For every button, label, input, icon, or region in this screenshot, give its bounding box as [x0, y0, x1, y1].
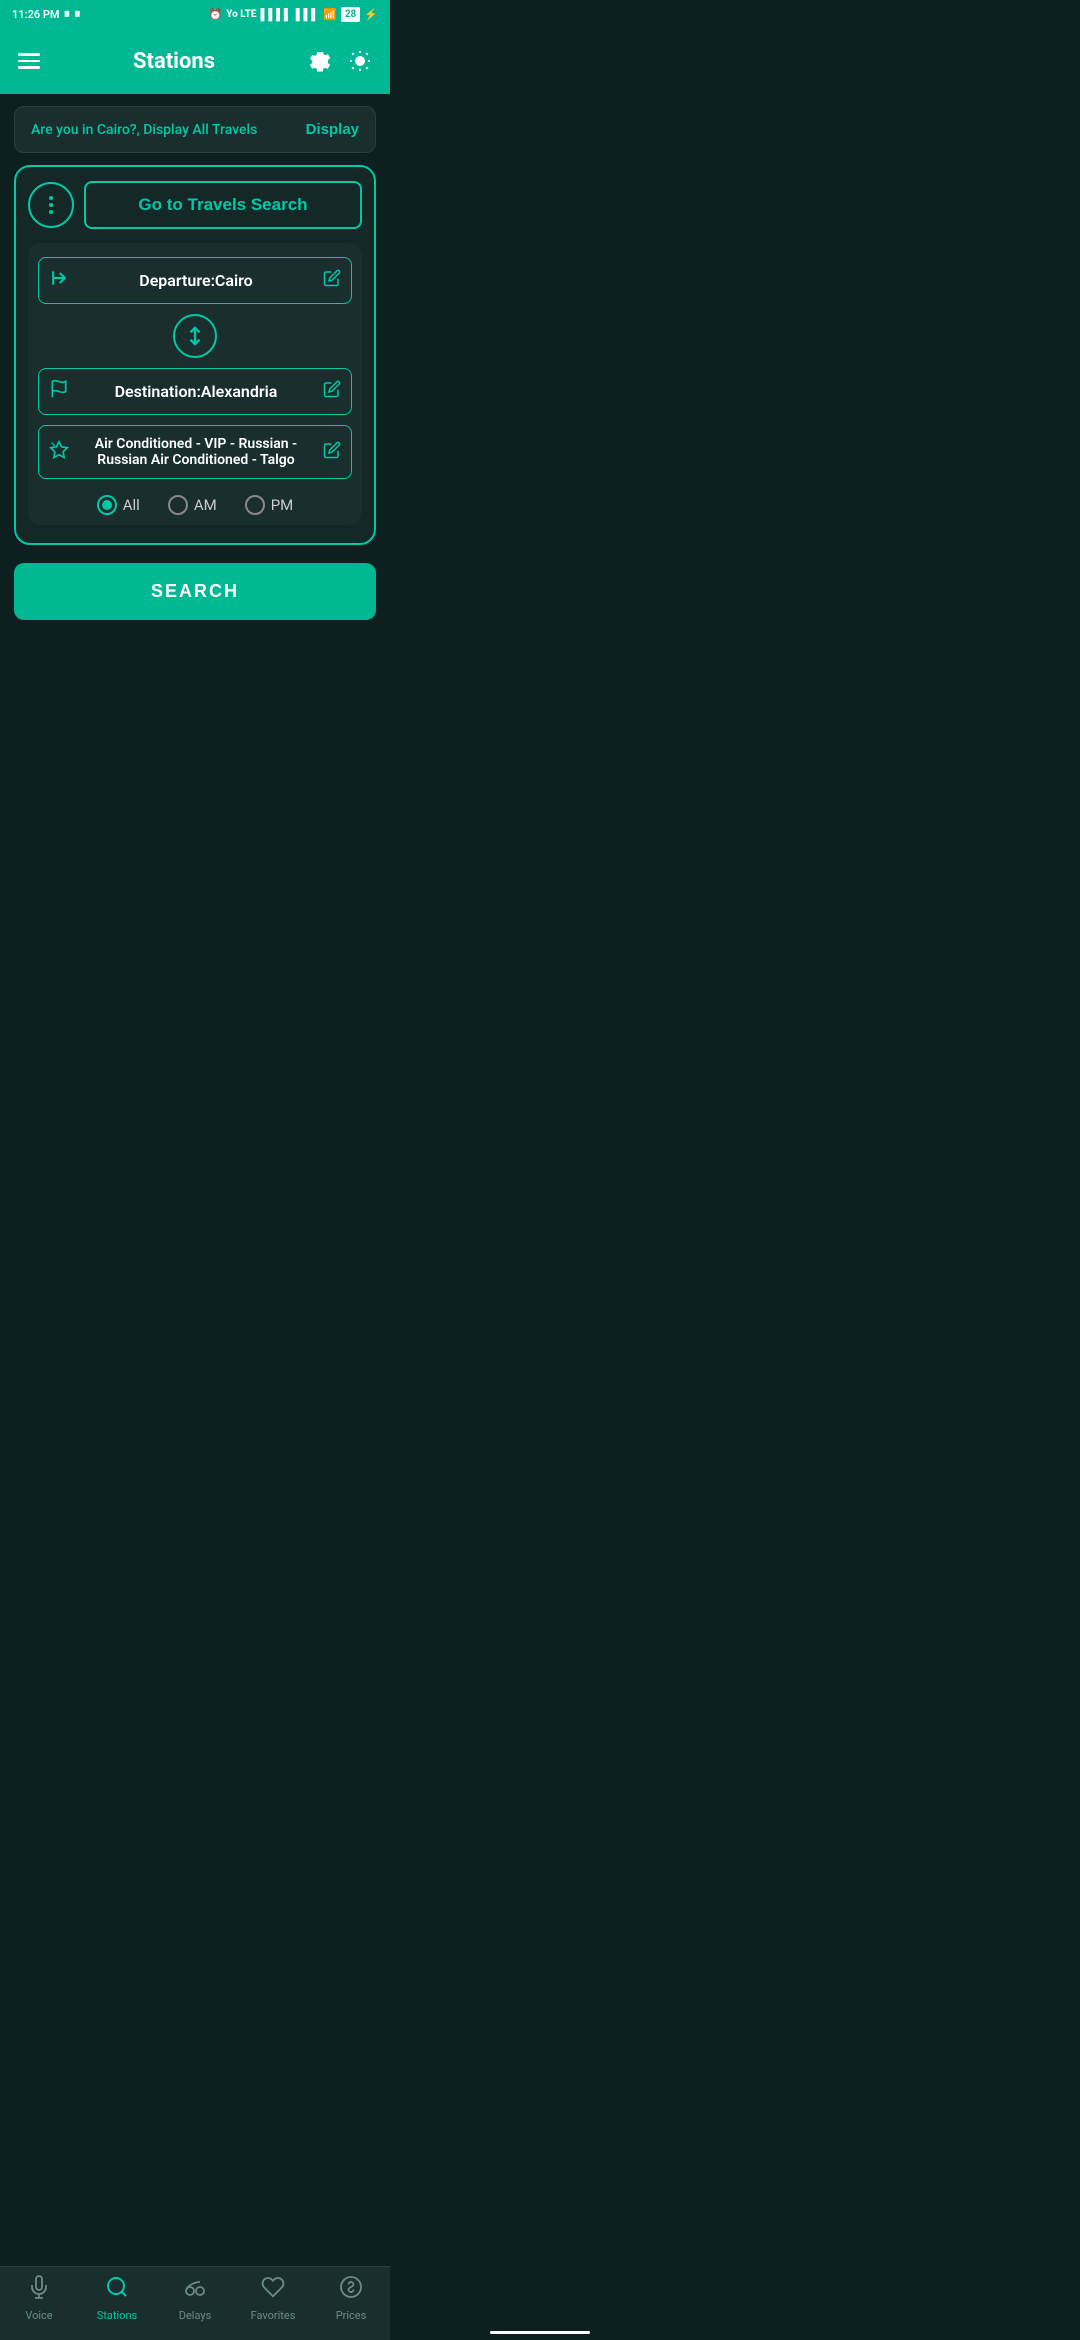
nav-label-voice: Voice — [25, 2309, 52, 2322]
charging-icon: ⚡ — [364, 8, 378, 21]
radio-all[interactable]: All — [97, 495, 140, 515]
radio-circle-all — [97, 495, 117, 515]
dot-1 — [49, 196, 53, 200]
favorites-icon — [261, 2275, 285, 2305]
alarm-icon: ⏰ — [209, 8, 223, 21]
departure-edit-icon[interactable] — [323, 269, 341, 292]
go-to-travels-button[interactable]: Go to Travels Search — [84, 181, 362, 229]
hamburger-line-1 — [18, 53, 40, 56]
nav-label-favorites: Favorites — [251, 2309, 296, 2322]
brightness-icon — [348, 49, 372, 73]
nav-item-prices[interactable]: Prices — [321, 2275, 381, 2322]
train-type-field[interactable]: Air Conditioned - VIP - Russian - Russia… — [38, 425, 352, 479]
radio-circle-pm — [245, 495, 265, 515]
swap-row — [38, 304, 352, 368]
swap-button[interactable] — [173, 314, 217, 358]
hamburger-line-2 — [18, 60, 40, 63]
search-card: Go to Travels Search Departure:Cairo — [14, 165, 376, 545]
status-icons-area: ⏰ Yo LTE ▌▌▌▌ ▌▌▌ 📶 28 ⚡ — [209, 7, 378, 22]
departure-field[interactable]: Departure:Cairo — [38, 257, 352, 304]
bottom-navigation: Voice Stations Delays Favorites — [0, 2266, 390, 2340]
app-bar: Stations — [0, 28, 390, 94]
prices-icon — [339, 2275, 363, 2305]
hamburger-line-3 — [18, 66, 40, 69]
page-title: Stations — [133, 49, 215, 74]
nav-label-prices: Prices — [336, 2309, 367, 2322]
delays-icon — [182, 2275, 208, 2305]
departure-value: Departure:Cairo — [77, 271, 315, 290]
signal-icon-2: ▌▌▌ — [296, 8, 319, 21]
dot-3 — [49, 210, 53, 214]
radio-label-pm: PM — [271, 496, 294, 514]
radio-am[interactable]: AM — [168, 495, 217, 515]
nav-item-stations[interactable]: Stations — [87, 2275, 147, 2322]
radio-circle-am — [168, 495, 188, 515]
nav-label-stations: Stations — [97, 2309, 137, 2322]
nav-item-delays[interactable]: Delays — [165, 2275, 225, 2322]
stations-icon — [105, 2275, 129, 2305]
train-type-value: Air Conditioned - VIP - Russian - Russia… — [77, 436, 315, 468]
home-indicator — [490, 2331, 590, 2334]
more-options-button[interactable] — [28, 182, 74, 228]
time-display: 11:26 PM — [12, 8, 60, 21]
voice-icon — [27, 2275, 51, 2305]
media-icon: ⏸ — [64, 7, 71, 22]
nav-item-favorites[interactable]: Favorites — [243, 2275, 303, 2322]
banner-text: Are you in Cairo?, Display All Travels — [31, 122, 257, 138]
app-bar-actions — [308, 49, 372, 73]
media-icon-2: ⏸ — [74, 7, 81, 22]
brightness-button[interactable] — [348, 49, 372, 73]
destination-edit-icon[interactable] — [323, 380, 341, 403]
time-radio-group: All AM PM — [38, 495, 352, 515]
radio-label-all: All — [123, 496, 140, 514]
train-type-edit-icon[interactable] — [323, 441, 341, 464]
destination-value: Destination:Alexandria — [77, 382, 315, 401]
destination-field[interactable]: Destination:Alexandria — [38, 368, 352, 415]
location-banner: Are you in Cairo?, Display All Travels D… — [14, 106, 376, 153]
wifi-icon: 📶 — [323, 8, 337, 21]
destination-icon — [49, 379, 69, 404]
radio-label-am: AM — [194, 496, 217, 514]
departure-icon — [49, 268, 69, 293]
display-button[interactable]: Display — [306, 121, 359, 138]
status-time-area: 11:26 PM ⏸ ⏸ — [12, 7, 81, 22]
battery-display: 28 — [341, 7, 360, 22]
menu-button[interactable] — [18, 53, 40, 69]
lte-label: Yo LTE — [226, 9, 256, 20]
gear-icon — [308, 49, 332, 73]
nav-label-delays: Delays — [179, 2309, 212, 2322]
radio-inner-all — [102, 500, 112, 510]
nav-item-voice[interactable]: Voice — [9, 2275, 69, 2322]
signal-icon: ▌▌▌▌ — [261, 8, 292, 21]
status-bar: 11:26 PM ⏸ ⏸ ⏰ Yo LTE ▌▌▌▌ ▌▌▌ 📶 28 ⚡ — [0, 0, 390, 28]
settings-button[interactable] — [308, 49, 332, 73]
train-type-icon — [49, 440, 69, 465]
search-fields-container: Departure:Cairo — [28, 243, 362, 525]
search-button[interactable]: SEARCH — [14, 563, 376, 620]
radio-pm[interactable]: PM — [245, 495, 294, 515]
go-travels-row: Go to Travels Search — [28, 181, 362, 229]
dot-2 — [49, 203, 53, 207]
